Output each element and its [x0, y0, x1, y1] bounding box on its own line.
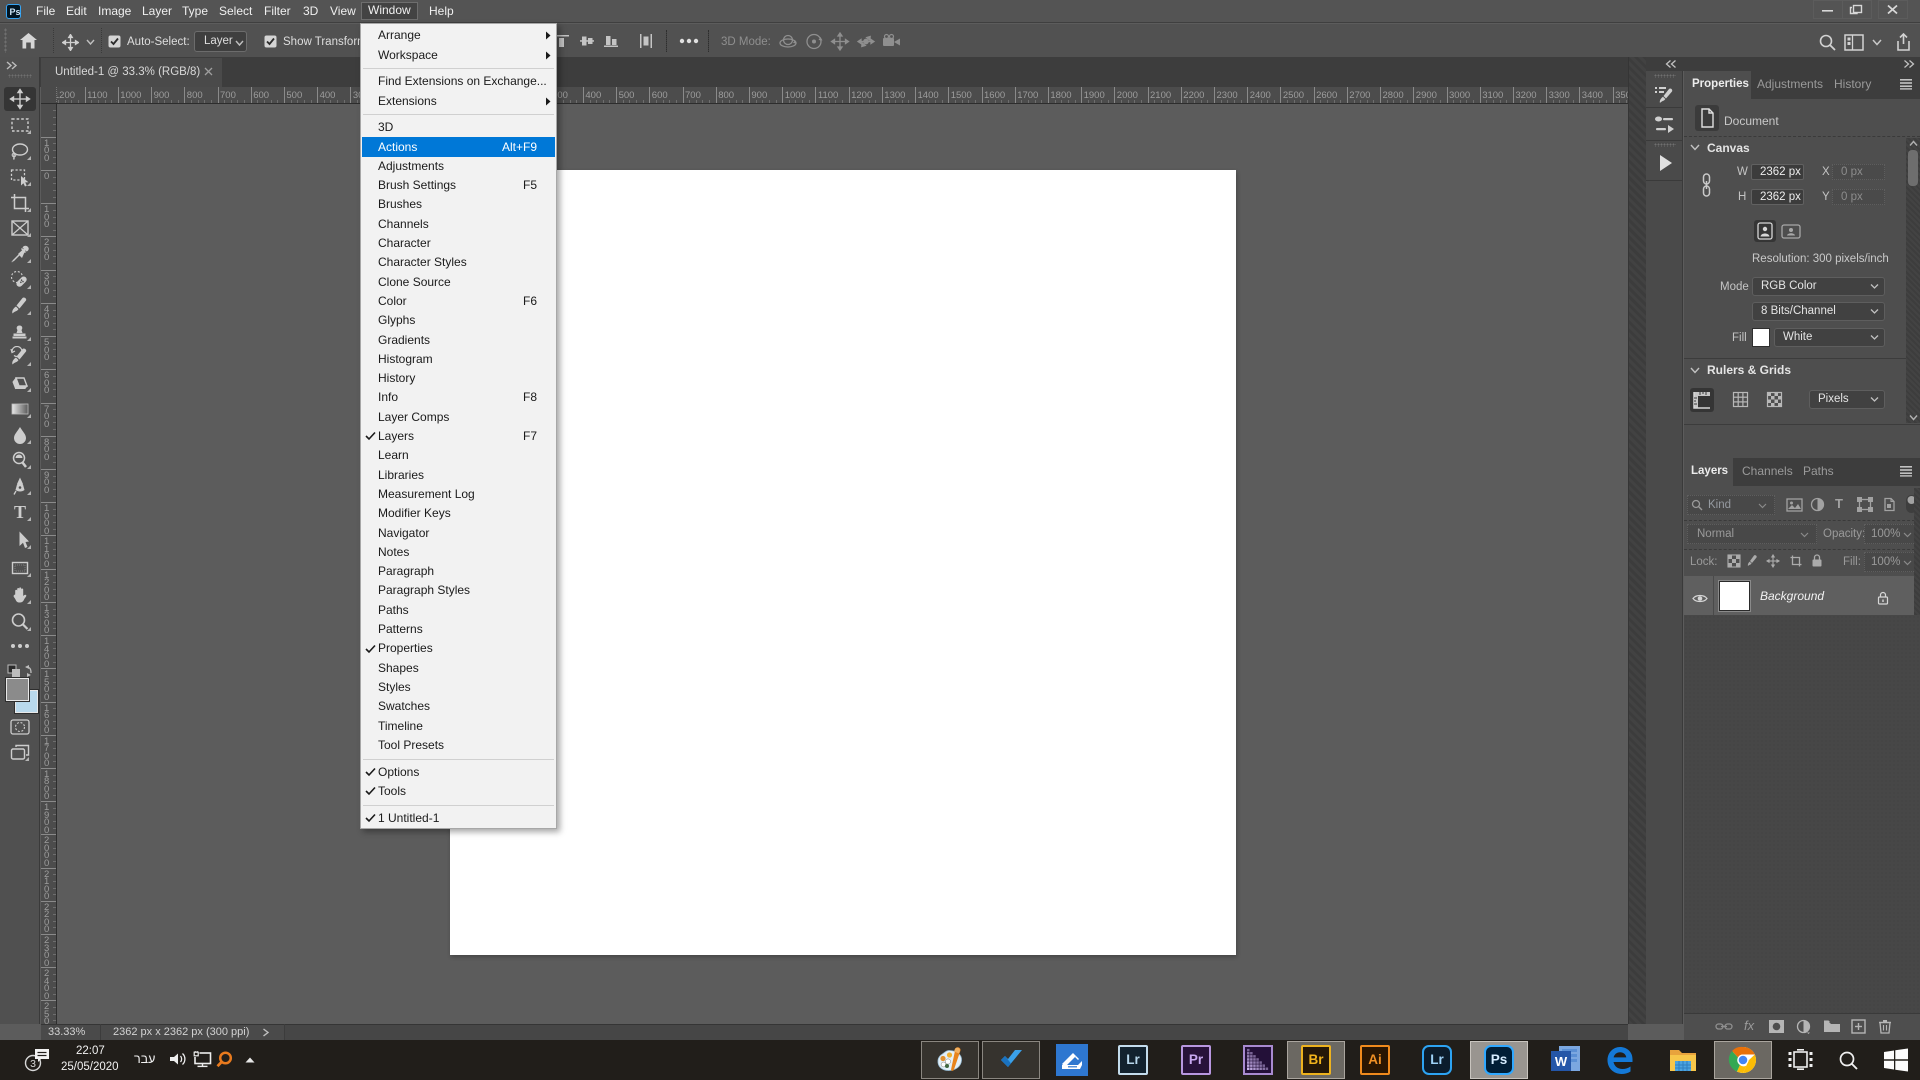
svg-text:3: 3	[30, 1058, 36, 1070]
svg-text:T: T	[14, 502, 26, 522]
svg-text:W: W	[1555, 1054, 1568, 1069]
